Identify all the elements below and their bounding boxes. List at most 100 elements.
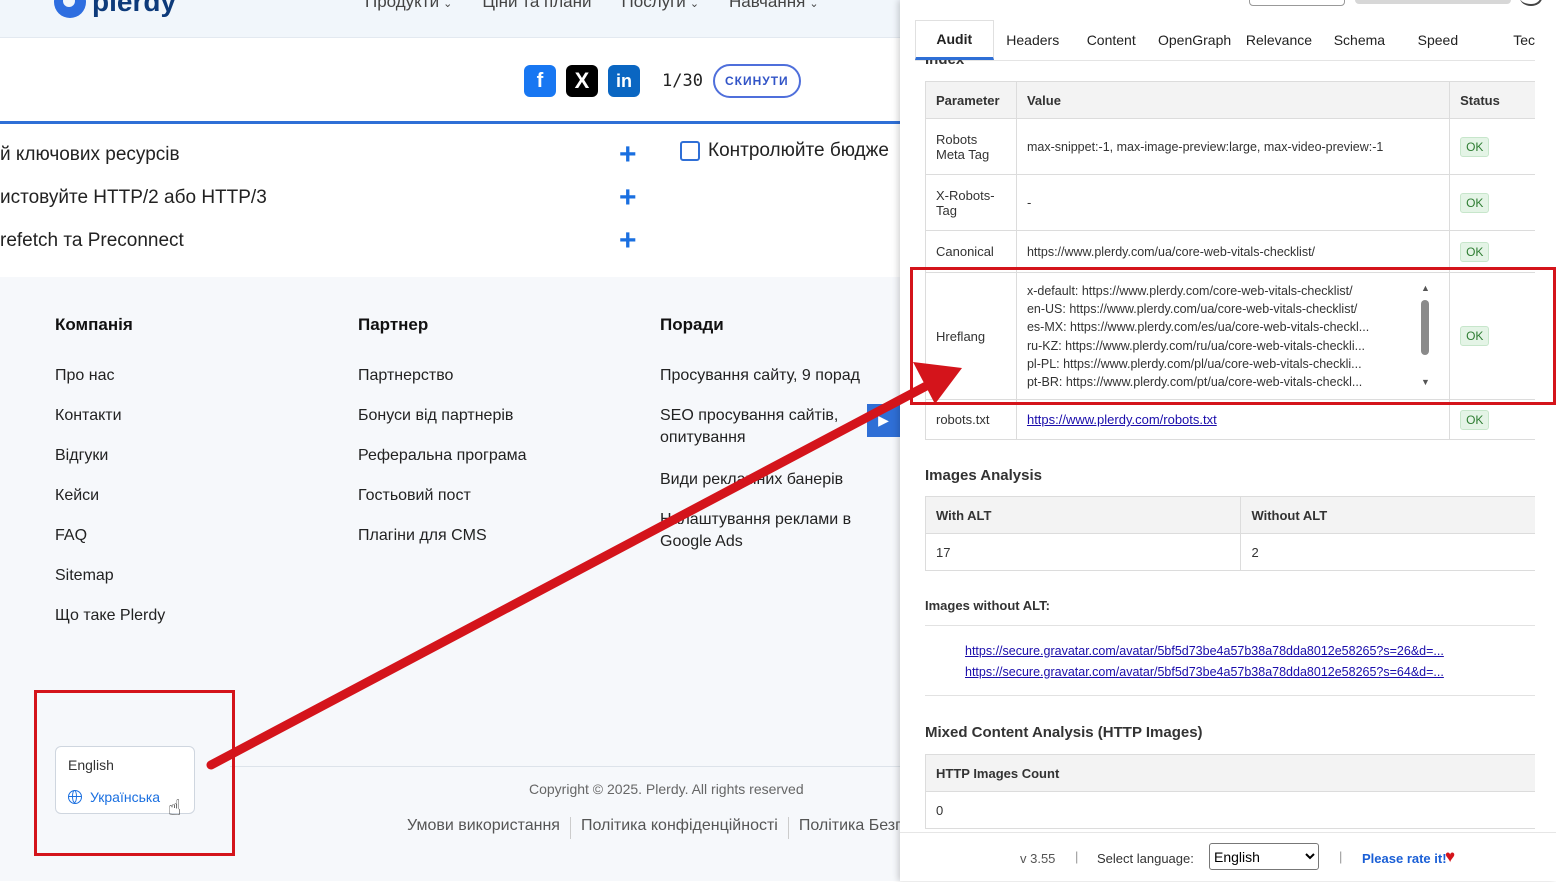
tab-relevance[interactable]: Relevance <box>1239 20 1319 60</box>
audit-content[interactable]: Index Parameter Value Status Robots Meta… <box>925 60 1535 830</box>
main-nav: Продукти ⌄ Ціни та плани Послуги ⌄ Навчанн… <box>365 0 819 12</box>
divider <box>925 695 1535 696</box>
logo-text: plerdy <box>92 0 177 17</box>
robots-txt-link[interactable]: https://www.plerdy.com/robots.txt <box>1027 412 1217 427</box>
plerdy-logo[interactable]: plerdy <box>54 0 176 18</box>
image-link[interactable]: https://secure.gravatar.com/avatar/5bf5d… <box>965 644 1444 658</box>
footer-link[interactable]: SEO просування сайтів, опитування <box>660 405 860 469</box>
footer-link[interactable]: Гостьовий пост <box>358 485 527 525</box>
refresh-icon[interactable] <box>1520 0 1542 6</box>
panel-tabs: Audit Headers Content OpenGraph Relevanc… <box>915 20 1535 61</box>
table-header-row: With ALT Without ALT <box>925 496 1535 534</box>
footer-heading: Партнер <box>358 315 429 334</box>
table-header-row: Parameter Value Status <box>925 81 1535 119</box>
column-header: Value <box>1015 81 1451 119</box>
tab-content[interactable]: Content <box>1072 20 1150 60</box>
table-row: X-Robots-Tag - OK <box>925 174 1535 231</box>
column-header: Status <box>1449 81 1535 119</box>
divider <box>230 766 900 767</box>
footer-link[interactable]: Контакти <box>55 405 165 445</box>
panel-top-bar <box>900 0 1556 18</box>
footer-heading: Компанія <box>55 315 133 334</box>
panel-footer: v 3.55 | Select language: English | Plea… <box>900 832 1556 882</box>
facebook-icon[interactable]: f <box>524 65 556 97</box>
language-select[interactable]: English <box>1209 843 1319 870</box>
nav-products[interactable]: Продукти ⌄ <box>365 0 452 12</box>
footer-link[interactable]: Кейси <box>55 485 165 525</box>
status-badge: OK <box>1460 136 1490 157</box>
table-row: 0 <box>925 791 1535 829</box>
status-badge: OK <box>1460 192 1490 213</box>
status-cell: OK <box>1449 118 1535 175</box>
footer-column-partner: Партнер Партнерство Бонуси від партнерів… <box>358 315 527 565</box>
table-row: robots.txt https://www.plerdy.com/robots… <box>925 399 1535 440</box>
share-bar: f X in 1/30 СКИНУТИ <box>524 64 801 98</box>
checkbox[interactable] <box>680 141 700 161</box>
footer-link[interactable]: Про нас <box>55 365 165 405</box>
nav-services[interactable]: Послуги ⌄ <box>622 0 700 12</box>
status-badge: OK <box>1460 241 1490 262</box>
tab-audit[interactable]: Audit <box>915 20 994 60</box>
chevron-down-icon: ⌄ <box>809 0 819 10</box>
image-link[interactable]: https://secure.gravatar.com/avatar/5bf5d… <box>965 665 1444 679</box>
plus-icon[interactable]: + <box>619 138 637 172</box>
select-language-label: Select language: <box>1097 851 1194 866</box>
footer-link[interactable]: Відгуки <box>55 445 165 485</box>
plus-icon[interactable]: + <box>619 224 637 258</box>
without-alt-count: 2 <box>1240 533 1535 571</box>
tab-schema[interactable]: Schema <box>1319 20 1399 60</box>
list-item: https://secure.gravatar.com/avatar/5bf5d… <box>965 641 1505 662</box>
tab-speed[interactable]: Speed <box>1400 20 1477 60</box>
footer-link[interactable]: Види рекламних банерів <box>660 469 860 509</box>
separator: | <box>1339 849 1343 864</box>
section-heading-index: Index <box>925 60 964 68</box>
table-header-row: HTTP Images Count <box>925 754 1535 792</box>
footer-link[interactable]: Sitemap <box>55 565 165 605</box>
chevron-down-icon: ⌄ <box>689 0 700 10</box>
table-row: 17 2 <box>925 533 1535 571</box>
checklist-item-right[interactable]: Контролюйте бюдже <box>680 140 889 162</box>
toolbar-button[interactable] <box>1249 0 1345 6</box>
tab-opengraph[interactable]: OpenGraph <box>1150 20 1238 60</box>
linkedin-icon[interactable]: in <box>608 65 640 97</box>
tab-headers[interactable]: Headers <box>994 20 1072 60</box>
footer-link[interactable]: Бонуси від партнерів <box>358 405 527 445</box>
plerdy-logo-icon <box>54 0 86 18</box>
footer-link[interactable]: Налаштування реклами в Google Ads <box>660 509 860 573</box>
toolbar-button[interactable] <box>1355 0 1511 4</box>
x-twitter-icon[interactable]: X <box>566 65 598 97</box>
images-without-alt-heading: Images without ALT: <box>925 598 1050 613</box>
footer-link[interactable]: Просування сайту, 9 порад <box>660 365 860 405</box>
images-table: With ALT Without ALT 17 2 <box>925 496 1535 571</box>
privacy-link[interactable]: Політика конфіденційності <box>581 817 778 839</box>
nav-learning[interactable]: Навчання ⌄ <box>729 0 819 12</box>
plus-icon[interactable]: + <box>619 181 637 215</box>
footer-link[interactable]: Плагіни для CMS <box>358 525 527 565</box>
play-icon[interactable]: ▶ <box>867 404 900 437</box>
footer-heading: Поради <box>660 315 724 334</box>
chevron-down-icon: ⌄ <box>443 0 453 10</box>
annotation-box-language <box>34 690 235 856</box>
reset-button[interactable]: СКИНУТИ <box>712 64 801 98</box>
table-row: Robots Meta Tag max-snippet:-1, max-imag… <box>925 118 1535 175</box>
footer-link[interactable]: FAQ <box>55 525 165 565</box>
terms-link[interactable]: Умови використання <box>407 817 560 839</box>
rate-link[interactable]: Please rate it! <box>1362 851 1447 866</box>
heart-icon: ♥ <box>1445 847 1456 866</box>
status-cell: OK <box>1449 174 1535 231</box>
footer-link[interactable]: Партнерство <box>358 365 527 405</box>
tab-technical[interactable]: Tec <box>1476 20 1535 60</box>
footer-link[interactable]: Реферальна програма <box>358 445 527 485</box>
param-cell: robots.txt <box>925 399 1017 440</box>
nav-pricing[interactable]: Ціни та плани <box>482 0 591 12</box>
param-cell: Robots Meta Tag <box>925 118 1017 175</box>
copyright: Copyright © 2025. Plerdy. All rights res… <box>529 781 804 797</box>
separator <box>787 817 789 839</box>
footer-link[interactable]: Що таке Plerdy <box>55 605 165 645</box>
value-cell: max-snippet:-1, max-image-preview:large,… <box>1015 118 1451 175</box>
value-cell: - <box>1015 174 1451 231</box>
annotation-box-hreflang <box>910 267 1556 405</box>
security-link[interactable]: Політика Безп <box>799 817 904 839</box>
with-alt-count: 17 <box>925 533 1242 571</box>
section-heading-mixed-content: Mixed Content Analysis (HTTP Images) <box>925 724 1203 741</box>
